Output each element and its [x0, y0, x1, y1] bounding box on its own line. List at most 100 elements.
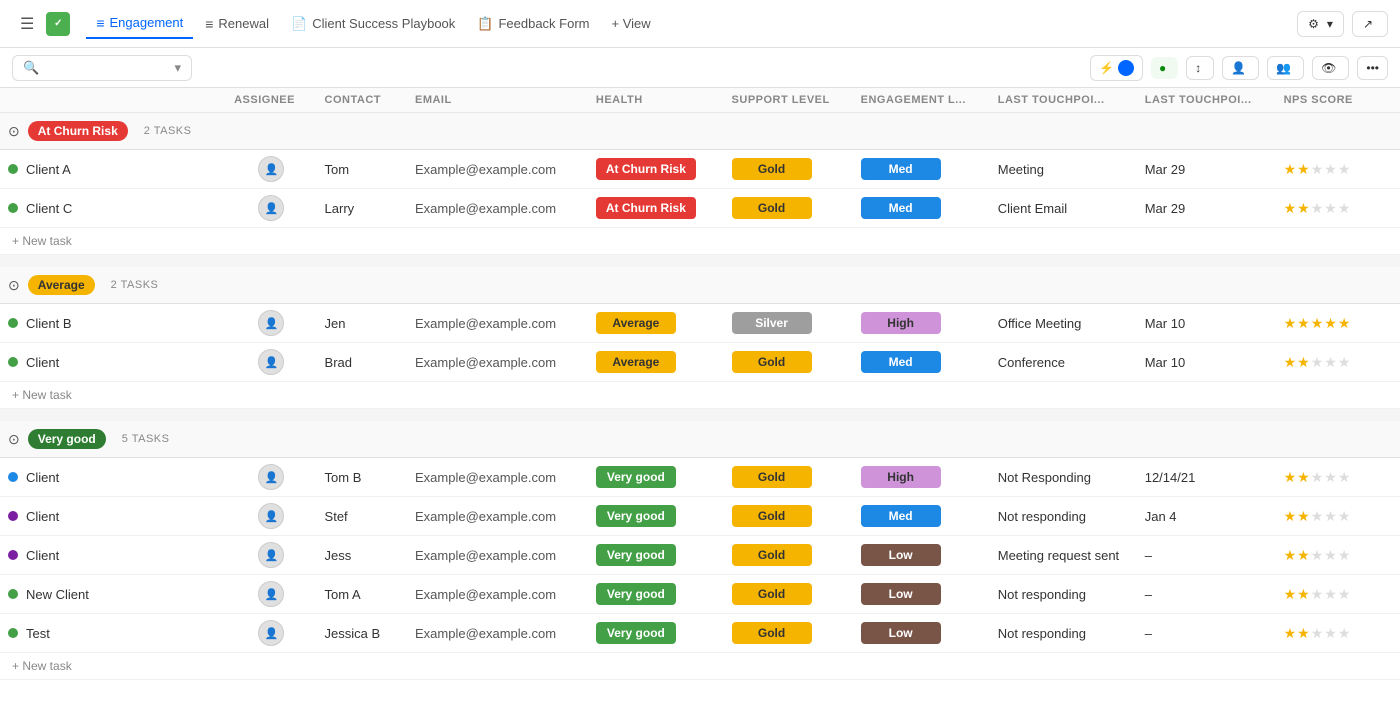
task-name-cell[interactable]: Client C: [0, 189, 226, 228]
assignee-cell[interactable]: 👤: [226, 150, 316, 189]
people-icon: 👥: [1276, 61, 1291, 75]
nav-tab-view[interactable]: + View: [602, 10, 661, 37]
touchpoint-2-value: Mar 29: [1145, 162, 1185, 177]
assignee-cell[interactable]: 👤: [226, 497, 316, 536]
star-empty: ★: [1324, 161, 1337, 178]
feedback-icon: 📋: [477, 16, 493, 32]
column-header-row: ASSIGNEECONTACTEMAILHEALTHSUPPORT LEVELE…: [0, 88, 1400, 113]
show-button[interactable]: 👁: [1312, 56, 1349, 80]
assignee-cell[interactable]: 👤: [226, 614, 316, 653]
renewal-icon: ≡: [205, 16, 213, 32]
task-name-cell[interactable]: Client: [0, 458, 226, 497]
section-toggle-icon[interactable]: ⊙: [8, 431, 20, 448]
automate-button[interactable]: ⚙ ▾: [1297, 11, 1344, 37]
search-box[interactable]: 🔍 ▾: [12, 55, 192, 81]
email-value: Example@example.com: [415, 201, 556, 216]
engagement-cell: Low: [853, 536, 990, 575]
email-cell: Example@example.com: [407, 575, 588, 614]
engagement-pill: High: [861, 466, 941, 488]
table-row: New Client👤Tom AExample@example.comVery …: [0, 575, 1400, 614]
task-name-cell[interactable]: Client B: [0, 304, 226, 343]
support-pill: Gold: [732, 622, 812, 644]
last-touchpoint-2-cell: –: [1137, 614, 1276, 653]
table-row: Client👤Tom BExample@example.comVery good…: [0, 458, 1400, 497]
star-filled: ★: [1284, 625, 1297, 642]
new-task-row-verygood: + New task: [0, 653, 1400, 680]
filter-button[interactable]: ⚡: [1090, 55, 1143, 81]
section-toggle-icon[interactable]: ⊙: [8, 277, 20, 294]
col-header-touch1: LAST TOUCHPOI...: [990, 88, 1137, 113]
assignees-button[interactable]: 👥: [1267, 56, 1304, 80]
support-cell: Gold: [724, 536, 853, 575]
task-name-cell[interactable]: New Client: [0, 575, 226, 614]
nav-tab-renewal[interactable]: ≡Renewal: [195, 10, 279, 38]
group-by-button[interactable]: ●: [1151, 57, 1178, 79]
touchpoint-1-value: Not responding: [998, 509, 1086, 524]
assignee-cell[interactable]: 👤: [226, 575, 316, 614]
touchpoint-1-value: Client Email: [998, 201, 1067, 216]
section-toggle-icon[interactable]: ⊙: [8, 123, 20, 140]
subtasks-button[interactable]: ↕: [1186, 56, 1214, 80]
more-options-button[interactable]: •••: [1357, 56, 1388, 80]
hamburger-icon[interactable]: ☰: [12, 10, 42, 38]
contact-name: Jess: [325, 548, 352, 563]
touchpoint-2-value: Mar 10: [1145, 316, 1185, 331]
new-task-button[interactable]: + New task: [0, 653, 1400, 680]
section-divider: [0, 255, 1400, 268]
star-empty: ★: [1311, 161, 1324, 178]
nav-tab-engagement[interactable]: ≡Engagement: [86, 9, 193, 39]
assignee-cell[interactable]: 👤: [226, 189, 316, 228]
table-row: Test👤Jessica BExample@example.comVery go…: [0, 614, 1400, 653]
stars: ★★★★★: [1284, 200, 1392, 217]
contact-cell: Stef: [317, 497, 407, 536]
share-icon: ↗: [1363, 17, 1373, 31]
assignee-cell[interactable]: 👤: [226, 343, 316, 382]
star-filled: ★: [1284, 586, 1297, 603]
task-dot: [8, 164, 18, 174]
task-name-cell[interactable]: Client A: [0, 150, 226, 189]
engagement-cell: High: [853, 304, 990, 343]
new-task-button[interactable]: + New task: [0, 382, 1400, 409]
last-touchpoint-2-cell: Mar 10: [1137, 343, 1276, 382]
avatar: 👤: [258, 156, 284, 182]
stars: ★★★★★: [1284, 469, 1392, 486]
task-name-cell[interactable]: Client: [0, 536, 226, 575]
support-cell: Gold: [724, 497, 853, 536]
email-value: Example@example.com: [415, 509, 556, 524]
health-cell: Average: [588, 343, 724, 382]
last-touchpoint-2-cell: –: [1137, 536, 1276, 575]
main-table-container: ASSIGNEECONTACTEMAILHEALTHSUPPORT LEVELE…: [0, 88, 1400, 680]
me-button[interactable]: 👤: [1222, 56, 1259, 80]
assignee-cell[interactable]: 👤: [226, 458, 316, 497]
nav-tab-playbook[interactable]: 📄Client Success Playbook: [281, 10, 465, 38]
task-name-cell[interactable]: Client: [0, 343, 226, 382]
nps-score-cell: ★★★★★: [1276, 575, 1400, 614]
last-touchpoint-1-cell: Not responding: [990, 575, 1137, 614]
touchpoint-2-value: Jan 4: [1145, 509, 1177, 524]
col-header-email: EMAIL: [407, 88, 588, 113]
contact-cell: Tom A: [317, 575, 407, 614]
stars: ★★★★★: [1284, 547, 1392, 564]
task-name-cell[interactable]: Client: [0, 497, 226, 536]
health-pill: Average: [596, 351, 676, 373]
task-name: Client B: [26, 316, 72, 331]
touchpoint-1-value: Meeting: [998, 162, 1044, 177]
last-touchpoint-1-cell: Conference: [990, 343, 1137, 382]
star-filled: ★: [1297, 161, 1310, 178]
avatar: 👤: [258, 349, 284, 375]
nav-tab-feedback[interactable]: 📋Feedback Form: [467, 10, 599, 38]
last-touchpoint-1-cell: Meeting: [990, 150, 1137, 189]
health-pill: At Churn Risk: [596, 197, 696, 219]
avatar: 👤: [258, 310, 284, 336]
support-pill: Gold: [732, 505, 812, 527]
engagement-cell: Low: [853, 614, 990, 653]
star-empty: ★: [1324, 586, 1337, 603]
task-name-cell[interactable]: Test: [0, 614, 226, 653]
new-task-button[interactable]: + New task: [0, 228, 1400, 255]
star-filled: ★: [1311, 315, 1324, 332]
assignee-cell[interactable]: 👤: [226, 536, 316, 575]
filter-count: [1118, 60, 1134, 76]
assignee-cell[interactable]: 👤: [226, 304, 316, 343]
stars: ★★★★★: [1284, 586, 1392, 603]
share-button[interactable]: ↗: [1352, 11, 1388, 37]
